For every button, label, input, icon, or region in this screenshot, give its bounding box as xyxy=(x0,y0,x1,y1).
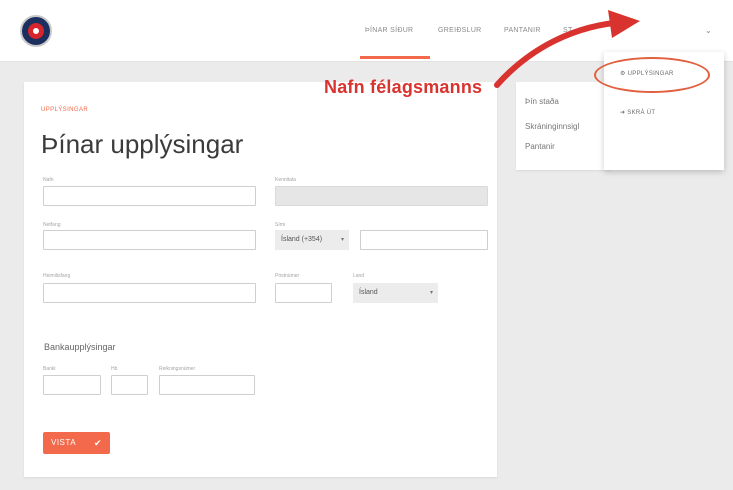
land-label: Land xyxy=(353,273,365,279)
phone-country-select[interactable]: Ísland (+354) ▾ xyxy=(275,230,349,250)
highlight-ring xyxy=(594,57,710,93)
kennitala-field xyxy=(275,186,488,206)
save-button[interactable]: VISTA ✔ xyxy=(43,432,110,454)
bank-info-heading: Bankaupplýsingar xyxy=(44,342,116,352)
annotation-label: Nafn félagsmanns xyxy=(324,77,483,97)
reikningsnumer-label: Reikningsnúmer xyxy=(159,366,196,372)
nav-item-pantanir[interactable]: PANTANIR xyxy=(504,27,541,34)
nav-item-greidslur[interactable]: GREIÐSLUR xyxy=(438,27,482,34)
nav-item-thinar-sidur[interactable]: ÞÍNAR SÍÐUR xyxy=(365,27,413,34)
name-label: Nafn xyxy=(43,177,54,183)
hb-label: Hb xyxy=(111,366,118,372)
caret-down-icon: ▾ xyxy=(340,237,344,243)
nav-item-st[interactable]: ST xyxy=(563,27,573,34)
chevron-down-icon[interactable]: ⌄ xyxy=(705,26,712,35)
country-select-value: Ísland xyxy=(359,289,378,296)
page-title: Þínar upplýsingar xyxy=(41,129,244,159)
dropdown-item-skra-ut[interactable]: ➜ SKRÁ ÚT xyxy=(620,109,655,116)
phone-country-value: Ísland (+354) xyxy=(281,236,323,243)
postnumer-label: Póstnúmer xyxy=(275,273,300,279)
hb-field[interactable] xyxy=(111,375,148,395)
email-field[interactable] xyxy=(43,230,256,250)
check-icon: ✔ xyxy=(94,438,103,448)
simi-label: Sími xyxy=(275,222,285,228)
address-field[interactable] xyxy=(43,283,256,303)
save-button-label: VISTA xyxy=(51,438,77,447)
side-menu-item-thin-stada[interactable]: Þín staða xyxy=(525,97,559,106)
side-menu-item-pantanir[interactable]: Pantanir xyxy=(525,142,555,151)
heimilisfang-label: Heimilisfang xyxy=(43,273,71,279)
user-info-card: UPPLÝSINGAR Þínar upplýsingar Nafn Kenni… xyxy=(24,82,497,477)
name-field[interactable] xyxy=(43,186,256,206)
side-menu: Þín staða Skráninginnsigl Pantanir xyxy=(516,82,611,170)
banki-label: Banki xyxy=(43,366,56,372)
side-menu-item-skraning[interactable]: Skráninginnsigl xyxy=(525,122,579,131)
postal-code-field[interactable] xyxy=(275,283,332,303)
country-select[interactable]: Ísland ▾ xyxy=(353,283,438,303)
caret-down-icon: ▾ xyxy=(429,290,433,296)
nav-active-indicator xyxy=(360,56,430,59)
netfang-label: Netfang xyxy=(43,222,61,228)
phone-field[interactable] xyxy=(360,230,488,250)
section-overline: UPPLÝSINGAR xyxy=(41,107,89,113)
logo[interactable] xyxy=(20,15,52,47)
account-number-field[interactable] xyxy=(159,375,255,395)
kennitala-label: Kennitala xyxy=(275,177,296,183)
bank-number-field[interactable] xyxy=(43,375,101,395)
